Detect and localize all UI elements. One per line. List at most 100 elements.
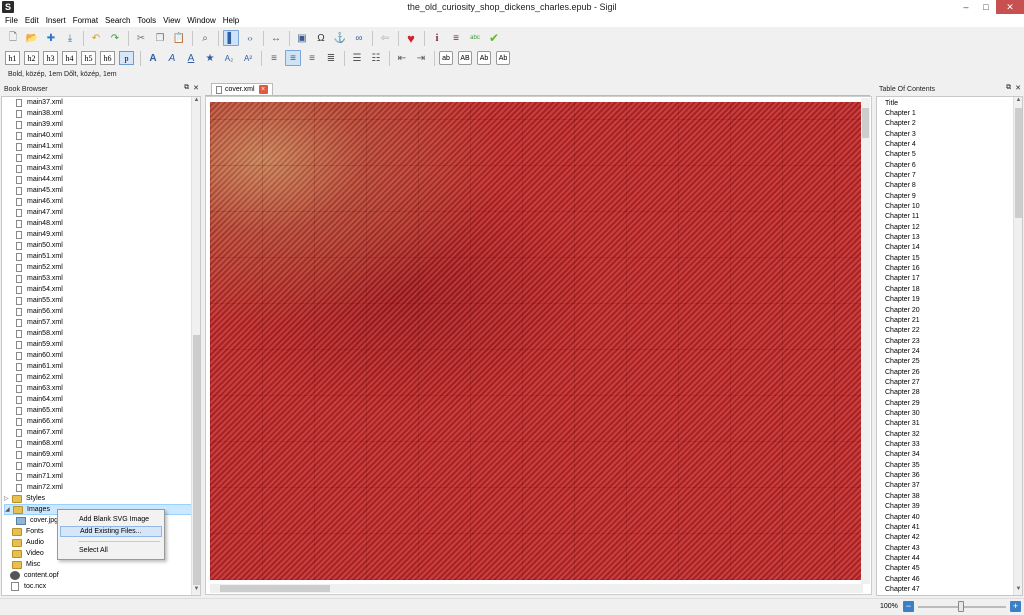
toc-scrollbar[interactable]: ▲ ▼ <box>1013 97 1022 595</box>
align-left-icon[interactable]: ≡ <box>266 50 282 66</box>
find-icon[interactable]: ⌕ <box>197 30 213 46</box>
toc-entry[interactable]: Chapter 2 <box>885 119 916 129</box>
maximize-button[interactable]: □ <box>976 0 996 14</box>
toc-entry[interactable]: Chapter 44 <box>885 553 920 563</box>
toc-entry[interactable]: Chapter 20 <box>885 305 920 315</box>
heading-h3-button[interactable]: h3 <box>43 51 58 65</box>
tree-file-item[interactable]: main39.xml <box>16 119 63 130</box>
book-view-icon[interactable]: ▌ <box>223 30 239 46</box>
toc-entry[interactable]: Chapter 10 <box>885 202 920 212</box>
tree-file-item[interactable]: main53.xml <box>16 273 63 284</box>
toc-entry[interactable]: Chapter 9 <box>885 191 916 201</box>
metadata-icon[interactable]: i <box>429 30 445 46</box>
paragraph-button[interactable]: p <box>119 51 134 65</box>
menu-help[interactable]: Help <box>220 16 242 25</box>
tree-file-cover-jpg[interactable]: cover.jpg <box>16 515 58 526</box>
tree-file-item[interactable]: main44.xml <box>16 174 63 185</box>
add-icon[interactable]: ✚ <box>43 30 59 46</box>
special-char-icon[interactable]: Ω <box>313 30 329 46</box>
toc-entry[interactable]: Chapter 7 <box>885 170 916 180</box>
paste-icon[interactable]: 📋 <box>171 30 187 46</box>
toc-entry[interactable]: Chapter 45 <box>885 564 920 574</box>
toc-entry[interactable]: Chapter 29 <box>885 398 920 408</box>
superscript-icon[interactable]: A² <box>240 50 256 66</box>
subscript-icon[interactable]: A₂ <box>221 50 237 66</box>
split-view-icon[interactable]: ↔ <box>268 30 284 46</box>
toc-entry[interactable]: Chapter 41 <box>885 522 920 532</box>
close-panel-icon[interactable]: ✕ <box>1015 84 1021 92</box>
open-icon[interactable]: 📂 <box>24 30 40 46</box>
tree-file-item[interactable]: main72.xml <box>16 482 63 493</box>
menu-search[interactable]: Search <box>102 16 133 25</box>
toc-entry[interactable]: Chapter 8 <box>885 181 916 191</box>
tree-file-item[interactable]: main40.xml <box>16 130 63 141</box>
toc-entry[interactable]: Chapter 26 <box>885 367 920 377</box>
toc-entry[interactable]: Title <box>885 98 898 108</box>
validate-icon[interactable]: ✔ <box>486 30 502 46</box>
toc-entry[interactable]: Chapter 22 <box>885 326 920 336</box>
tree-folder-audio[interactable]: Audio <box>12 537 44 548</box>
toc-entry[interactable]: Chapter 18 <box>885 284 920 294</box>
lowercase-button[interactable]: ab <box>439 51 453 65</box>
heading-h5-button[interactable]: h5 <box>81 51 96 65</box>
menu-view[interactable]: View <box>160 16 183 25</box>
zoom-out-button[interactable]: − <box>903 601 914 612</box>
toc-entry[interactable]: Chapter 34 <box>885 450 920 460</box>
editor-vertical-scrollbar[interactable] <box>861 98 870 584</box>
scroll-up-arrow-icon[interactable]: ▲ <box>1014 97 1022 106</box>
toc-entry[interactable]: Chapter 38 <box>885 491 920 501</box>
toc-entry[interactable]: Chapter 4 <box>885 139 916 149</box>
heading-h6-button[interactable]: h6 <box>100 51 115 65</box>
toc-entry[interactable]: Chapter 39 <box>885 502 920 512</box>
redo-icon[interactable]: ↷ <box>107 30 123 46</box>
toc-entry[interactable]: Chapter 5 <box>885 150 916 160</box>
collapse-arrow-icon[interactable]: ◢ <box>5 506 13 513</box>
align-justify-icon[interactable]: ≣ <box>323 50 339 66</box>
toc-entry[interactable]: Chapter 17 <box>885 274 920 284</box>
tree-file-item[interactable]: main63.xml <box>16 383 63 394</box>
tree-file-item[interactable]: main50.xml <box>16 240 63 251</box>
tree-file-item[interactable]: main56.xml <box>16 306 63 317</box>
italic-icon[interactable]: A <box>164 50 180 66</box>
tree-file-item[interactable]: main64.xml <box>16 394 63 405</box>
tree-file-item[interactable]: main46.xml <box>16 196 63 207</box>
donate-heart-icon[interactable]: ♥ <box>403 30 419 46</box>
tab-cover-xml[interactable]: cover.xml × <box>211 83 273 95</box>
menu-add-blank-svg-image[interactable]: Add Blank SVG Image <box>60 514 162 525</box>
toc-entry[interactable]: Chapter 15 <box>885 253 920 263</box>
toc-entry[interactable]: Chapter 3 <box>885 129 916 139</box>
toc-entry[interactable]: Chapter 47 <box>885 584 920 594</box>
tree-folder-fonts[interactable]: Fonts <box>12 526 44 537</box>
toc-entry[interactable]: Chapter 13 <box>885 233 920 243</box>
capitalize-button[interactable]: Ab <box>496 51 510 65</box>
tree-file-item[interactable]: main69.xml <box>16 449 63 460</box>
tree-file-content-opf[interactable]: content.opf <box>10 570 59 581</box>
close-tab-icon[interactable]: × <box>258 85 268 94</box>
close-window-button[interactable]: ✕ <box>996 0 1024 14</box>
toc-entry[interactable]: Chapter 33 <box>885 440 920 450</box>
undo-icon[interactable]: ↶ <box>88 30 104 46</box>
tree-file-item[interactable]: main52.xml <box>16 262 63 273</box>
toc-entry[interactable]: Chapter 36 <box>885 471 920 481</box>
tree-file-item[interactable]: main70.xml <box>16 460 63 471</box>
menu-add-existing-files[interactable]: Add Existing Files... <box>60 526 162 537</box>
menu-select-all[interactable]: Select All <box>60 545 162 556</box>
toc-entry[interactable]: Chapter 19 <box>885 295 920 305</box>
link-icon[interactable]: ∞ <box>351 30 367 46</box>
tree-file-toc-ncx[interactable]: toc.ncx <box>11 581 46 592</box>
book-browser-scrollbar[interactable]: ▲ ▼ <box>191 97 200 595</box>
toc-entry[interactable]: Chapter 11 <box>885 212 919 222</box>
bold-icon[interactable]: A <box>145 50 161 66</box>
new-icon[interactable]: 🗋 <box>5 30 21 46</box>
menu-window[interactable]: Window <box>184 16 218 25</box>
tree-folder-styles[interactable]: ▷ Styles <box>4 493 45 504</box>
tree-file-item[interactable]: main57.xml <box>16 317 63 328</box>
indent-icon[interactable]: ⇥ <box>413 50 429 66</box>
tree-file-item[interactable]: main58.xml <box>16 328 63 339</box>
tree-file-item[interactable]: main55.xml <box>16 295 63 306</box>
tree-file-item[interactable]: main67.xml <box>16 427 63 438</box>
toc-entry[interactable]: Chapter 35 <box>885 460 920 470</box>
expand-arrow-icon[interactable]: ▷ <box>4 495 12 502</box>
tree-file-item[interactable]: main59.xml <box>16 339 63 350</box>
tree-file-item[interactable]: main61.xml <box>16 361 63 372</box>
